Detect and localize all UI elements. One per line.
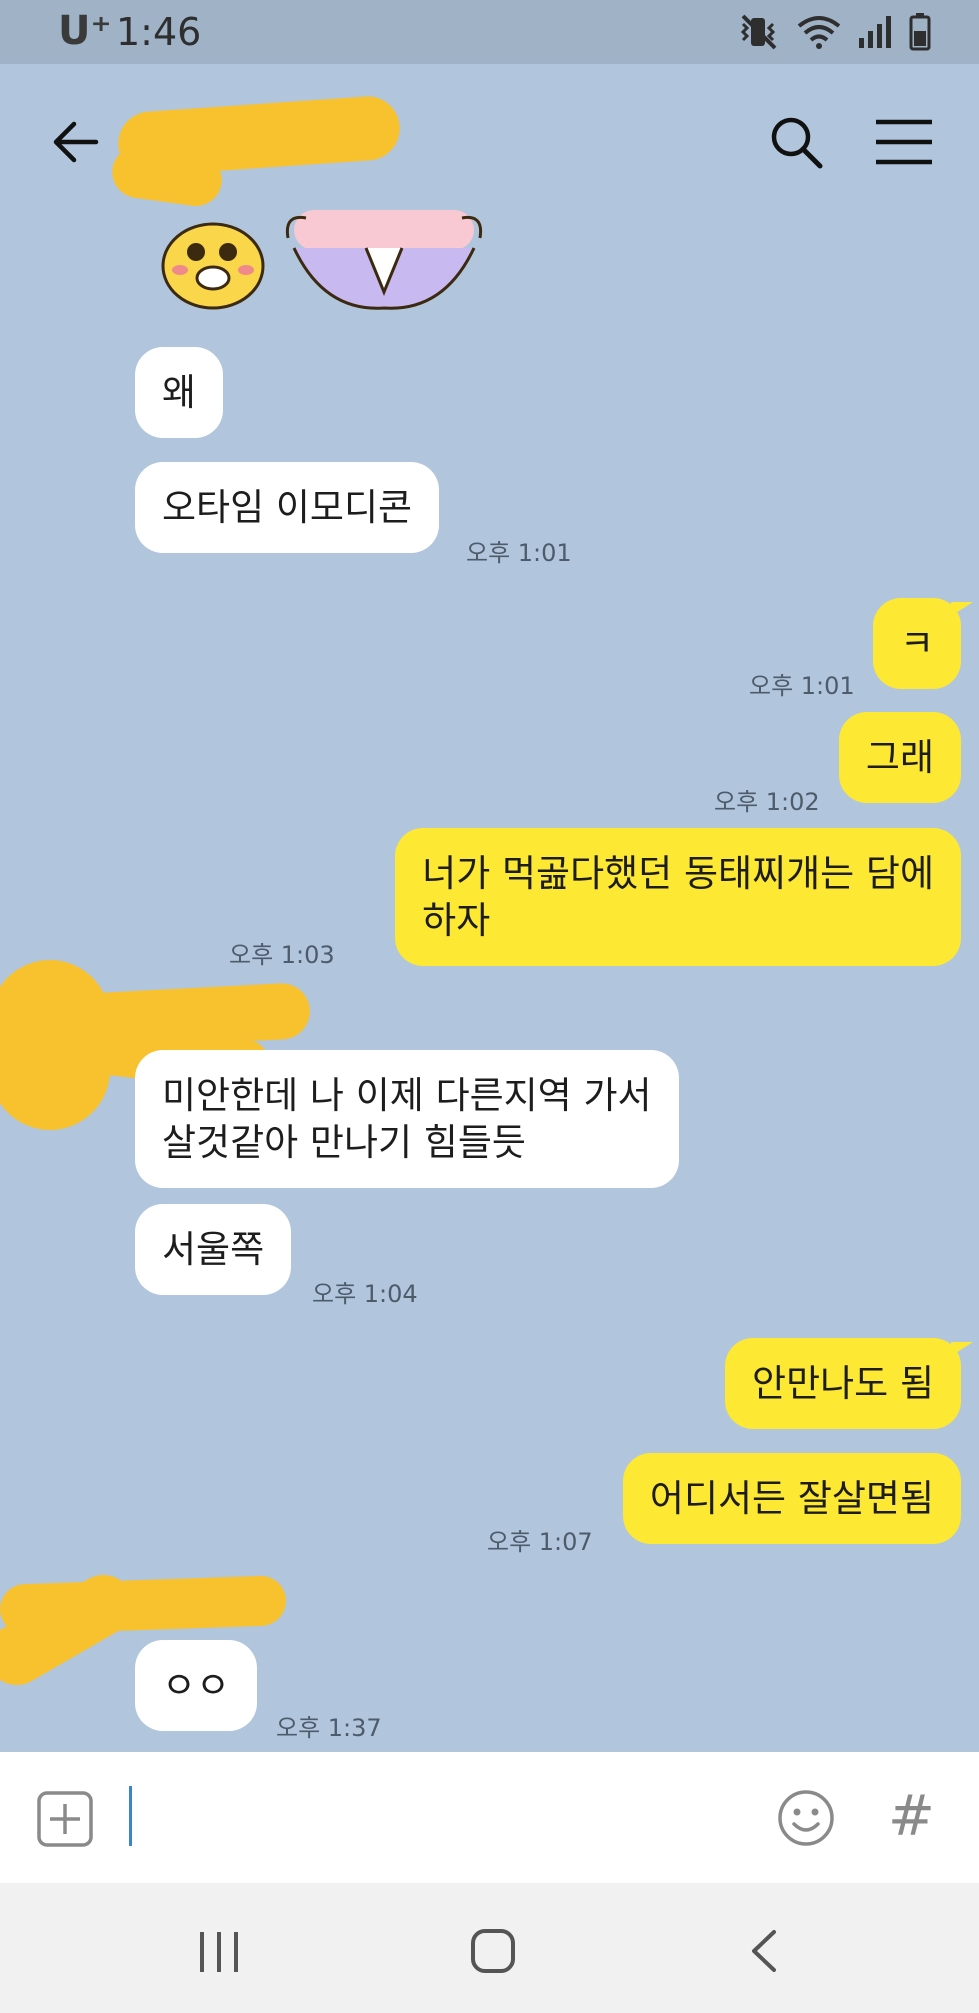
home-icon[interactable]: [470, 1928, 516, 1974]
plus-box-icon[interactable]: [36, 1790, 94, 1848]
received-message[interactable]: 왜: [135, 347, 224, 438]
message-timestamp: 오후 1:37: [276, 1714, 382, 1742]
status-time: 1:46: [116, 10, 202, 54]
back-arrow-icon[interactable]: [46, 112, 106, 172]
vibrate-mute-icon: [740, 14, 777, 50]
sender-emoticon-icon: [161, 222, 265, 310]
menu-icon[interactable]: [872, 114, 936, 170]
sent-message[interactable]: ㅋ: [872, 598, 974, 689]
emoji-icon[interactable]: [776, 1788, 836, 1848]
message-timestamp: 오후 1:07: [487, 1528, 593, 1556]
received-message[interactable]: 서울쪽: [135, 1204, 292, 1295]
message-timestamp: 오후 1:01: [466, 539, 572, 567]
carrier-label: U⁺: [58, 8, 112, 54]
message-timestamp: 오후 1:03: [229, 941, 335, 969]
sent-message[interactable]: 안만나도 됨: [725, 1338, 973, 1429]
received-message[interactable]: 오타임 이모디콘: [135, 462, 440, 553]
back-icon[interactable]: [748, 1928, 780, 1974]
message-timestamp: 오후 1:04: [312, 1280, 418, 1308]
received-message[interactable]: 미안한데 나 이제 다른지역 가서 살것같아 만나기 힘들듯: [135, 1050, 679, 1188]
wifi-icon: [797, 16, 841, 49]
sent-message[interactable]: 너가 먹곮다했던 동태찌개는 담에 하자: [395, 828, 961, 966]
battery-icon: [909, 13, 931, 51]
recent-apps-icon[interactable]: [198, 1928, 240, 1976]
message-input[interactable]: [129, 1786, 132, 1846]
sender-emoticon-2-icon: [285, 210, 483, 310]
signal-icon: [859, 16, 891, 48]
sent-message[interactable]: 어디서든 잘살면됨: [622, 1453, 961, 1544]
received-message[interactable]: ㅇㅇ: [135, 1640, 258, 1731]
message-timestamp: 오후 1:02: [714, 788, 820, 816]
status-icons: [739, 12, 931, 52]
hashtag-icon[interactable]: #: [888, 1784, 935, 1849]
search-icon[interactable]: [766, 112, 826, 172]
message-timestamp: 오후 1:01: [749, 672, 855, 700]
sent-message[interactable]: 그래: [838, 712, 961, 803]
